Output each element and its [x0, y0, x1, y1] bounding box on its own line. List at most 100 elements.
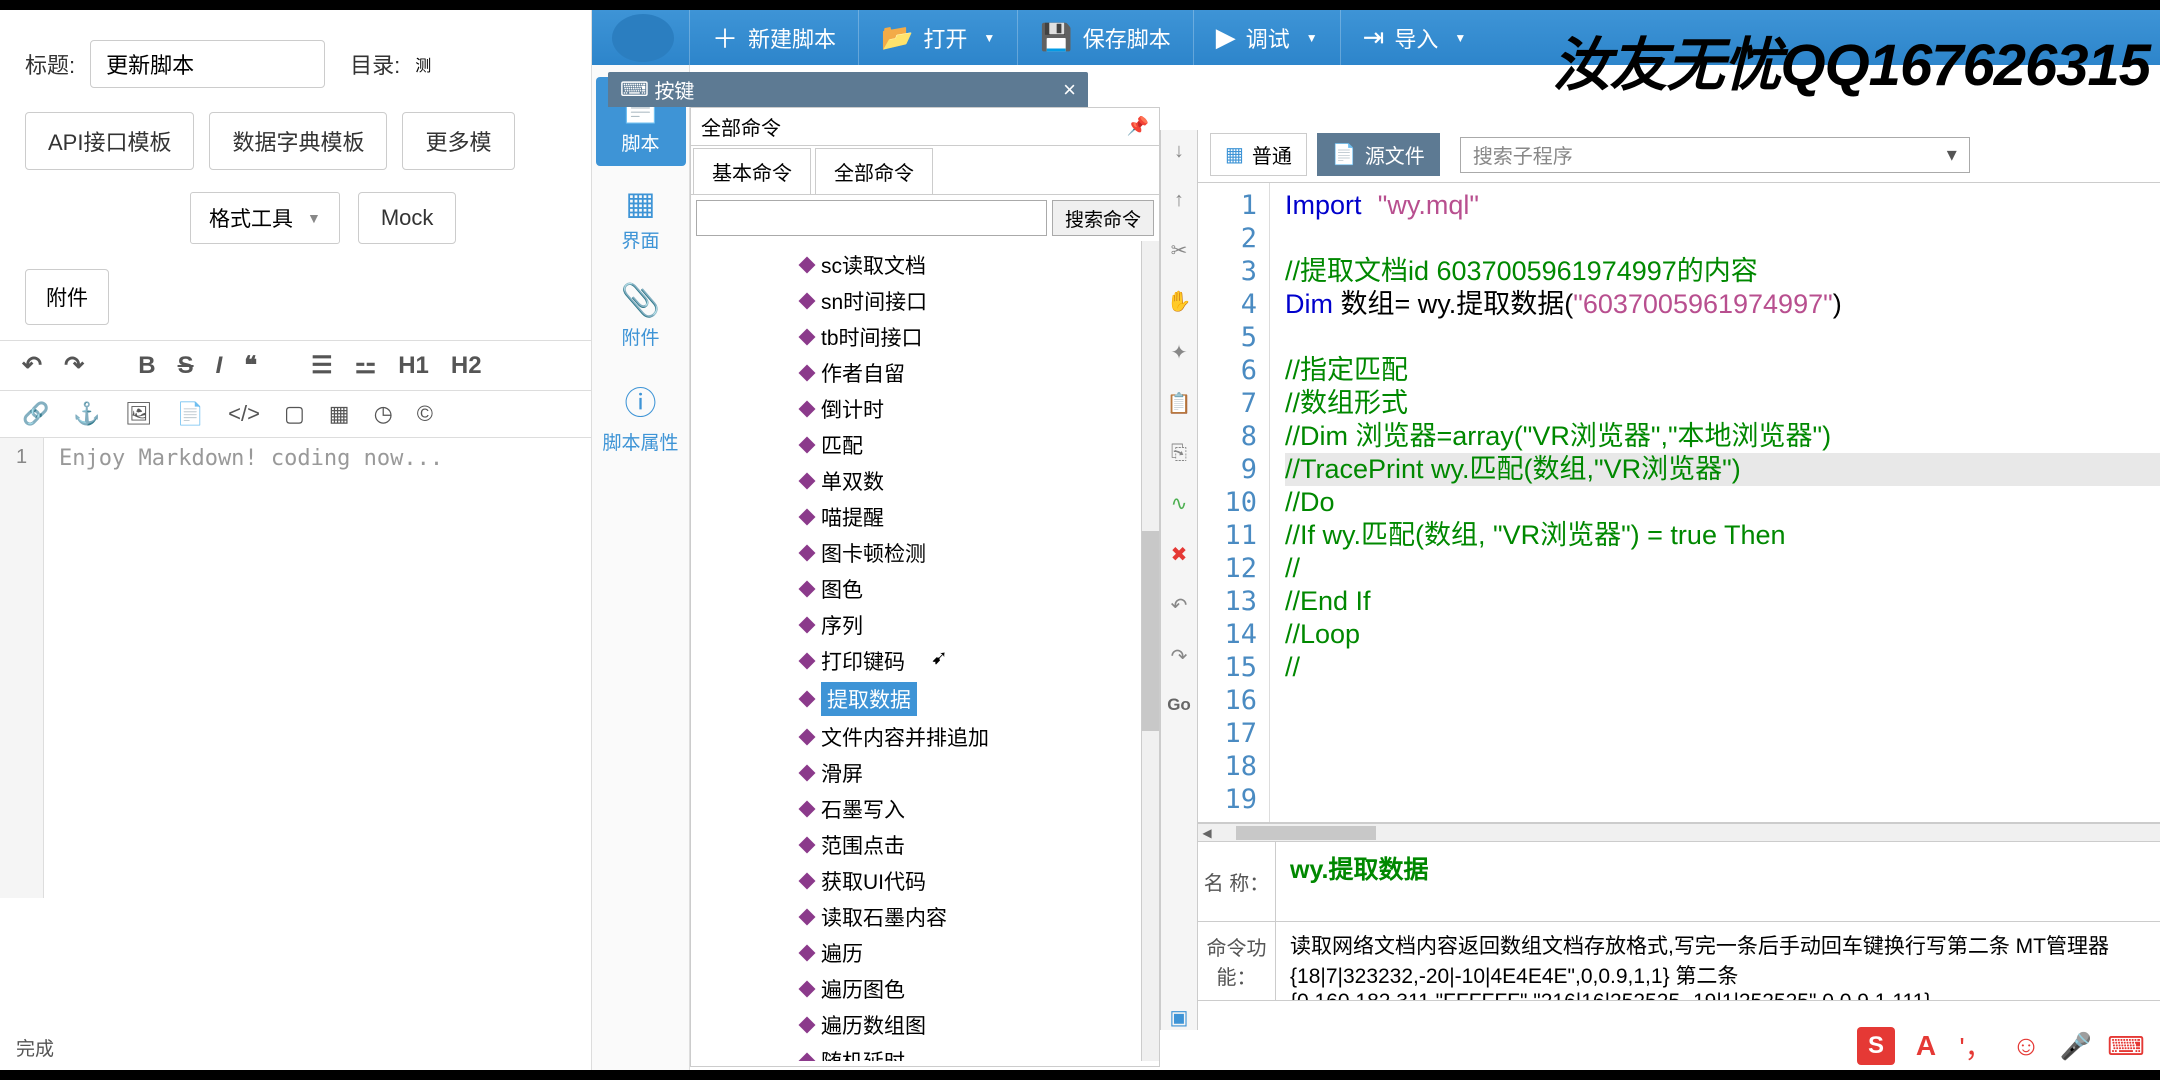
watermark-text: 汝友无忧QQ167626315: [1552, 18, 2150, 102]
undo-icon[interactable]: ↶: [22, 351, 42, 380]
undo2-icon[interactable]: ↶: [1171, 593, 1188, 618]
file-icon[interactable]: 📄: [177, 401, 204, 427]
italic-icon[interactable]: I: [216, 352, 223, 380]
tree-item[interactable]: 图色: [801, 571, 1159, 607]
dict-template-button[interactable]: 数据字典模板: [209, 112, 387, 170]
code-icon[interactable]: </>: [228, 401, 260, 427]
page-icon[interactable]: ▢: [284, 401, 305, 427]
copy-icon[interactable]: ⎘: [1171, 442, 1187, 465]
arrow-down-icon[interactable]: ↓: [1174, 140, 1184, 163]
cmd-search-input[interactable]: [696, 200, 1047, 236]
close-icon[interactable]: ×: [1063, 77, 1076, 103]
image-icon[interactable]: 🖼: [125, 401, 153, 427]
tree-item[interactable]: 获取UI代码: [801, 863, 1159, 899]
pin-icon[interactable]: 📌: [1127, 116, 1149, 137]
h1-button[interactable]: H1: [398, 352, 429, 380]
tree-item[interactable]: 作者自留: [801, 355, 1159, 391]
arrow-up-icon[interactable]: ↑: [1174, 189, 1184, 212]
import-button[interactable]: ⇥导入▼: [1340, 10, 1489, 65]
tree-item[interactable]: 文件内容并排追加: [801, 719, 1159, 755]
h2-button[interactable]: H2: [451, 352, 482, 380]
editor-side-toolbar: ↓ ↑ ✂ ✋ ✦ 📋 ⎘ ∿ ✖ ↶ ↷ Go ▣: [1160, 130, 1198, 1030]
list-icon[interactable]: ☰: [311, 351, 333, 380]
tree-item[interactable]: 滑屏: [801, 755, 1159, 791]
dock-props[interactable]: ⓘ脚本属性: [596, 368, 686, 465]
ime-emoji-icon[interactable]: ☺: [2007, 1027, 2045, 1065]
attachment-button[interactable]: 附件: [25, 269, 109, 325]
open-button[interactable]: 📂打开▼: [858, 10, 1017, 65]
vertical-scrollbar[interactable]: [1141, 241, 1159, 1061]
delete-icon[interactable]: ✖: [1171, 542, 1188, 567]
bookmark-icon[interactable]: ∿: [1171, 491, 1188, 516]
quote-icon[interactable]: ❝: [244, 351, 257, 380]
ime-sogou-icon[interactable]: S: [1857, 1027, 1895, 1065]
paste-icon[interactable]: 📋: [1167, 391, 1192, 416]
diamond-icon: [799, 365, 816, 382]
tree-item[interactable]: sn时间接口: [801, 283, 1159, 319]
clock-icon[interactable]: ◷: [374, 401, 393, 427]
tree-item[interactable]: 石墨写入: [801, 791, 1159, 827]
dock-ui[interactable]: ▦界面: [596, 174, 686, 263]
diamond-icon: [799, 765, 816, 782]
window-icon[interactable]: ▣: [1170, 1005, 1189, 1030]
dialog-titlebar[interactable]: ⌨ 按键 ×: [608, 72, 1088, 107]
strike-icon[interactable]: S: [178, 352, 194, 380]
tree-item[interactable]: tb时间接口: [801, 319, 1159, 355]
tree-item[interactable]: 提取数据: [801, 679, 1159, 719]
bold-icon[interactable]: B: [138, 352, 155, 380]
save-button[interactable]: 💾保存脚本: [1017, 10, 1192, 65]
tree-item[interactable]: 打印键码: [801, 643, 1159, 679]
ime-keyboard-icon[interactable]: ⌨: [2107, 1027, 2145, 1065]
tree-item[interactable]: 遍历: [801, 935, 1159, 971]
mock-button[interactable]: Mock: [358, 192, 457, 244]
tree-item-label: tb时间接口: [821, 322, 923, 352]
cmd-search-button[interactable]: 搜索命令: [1052, 200, 1154, 236]
tab-all-cmd[interactable]: 全部命令: [815, 148, 933, 194]
tab-basic-cmd[interactable]: 基本命令: [693, 148, 811, 194]
debug-button[interactable]: ▶调试▼: [1193, 10, 1340, 65]
tab-normal-view[interactable]: ▦普通: [1210, 133, 1307, 176]
tree-item[interactable]: 喵提醒: [801, 499, 1159, 535]
play-icon: ▶: [1216, 22, 1236, 53]
sub-search-select[interactable]: 搜索子程序▾: [1460, 137, 1970, 173]
ime-mode-icon[interactable]: A: [1907, 1027, 1945, 1065]
wand-icon[interactable]: ✦: [1171, 340, 1188, 365]
tree-item[interactable]: 读取石墨内容: [801, 899, 1159, 935]
tree-item-label: 单双数: [821, 466, 884, 496]
table-icon[interactable]: ▦: [329, 401, 350, 427]
tree-item[interactable]: 倒计时: [801, 391, 1159, 427]
dock-attach[interactable]: 📎附件: [596, 271, 686, 360]
tree-item[interactable]: 图卡顿检测: [801, 535, 1159, 571]
tab-source-view[interactable]: 📄源文件: [1317, 133, 1440, 176]
more-template-button[interactable]: 更多模: [402, 112, 514, 170]
api-template-button[interactable]: API接口模板: [25, 112, 194, 170]
tree-icon[interactable]: ⚍: [355, 351, 377, 380]
tree-item[interactable]: sc读取文档: [801, 247, 1159, 283]
hand-icon[interactable]: ✋: [1167, 289, 1192, 314]
editor-toolbar-2: 🔗 ⚓ 🖼 📄 </> ▢ ▦ ◷ ©: [0, 391, 591, 438]
format-tool-select[interactable]: 格式工具▼: [190, 192, 340, 244]
info-func-label: 命令功 能：: [1198, 922, 1275, 1002]
copyright-icon[interactable]: ©: [417, 401, 433, 427]
diamond-icon: [799, 909, 816, 926]
horizontal-scrollbar[interactable]: ◀: [1198, 823, 2160, 841]
link-icon[interactable]: 🔗: [22, 401, 49, 427]
tree-item[interactable]: 单双数: [801, 463, 1159, 499]
tree-item[interactable]: 遍历图色: [801, 971, 1159, 1007]
ime-punct-icon[interactable]: '，: [1957, 1027, 1995, 1065]
redo-icon[interactable]: ↷: [64, 351, 84, 380]
tree-item[interactable]: 匹配: [801, 427, 1159, 463]
anchor-icon[interactable]: ⚓: [73, 401, 100, 427]
ime-mic-icon[interactable]: 🎤: [2057, 1027, 2095, 1065]
redo2-icon[interactable]: ↷: [1171, 644, 1188, 669]
tree-item[interactable]: 随机延时: [801, 1043, 1159, 1061]
editor-textarea[interactable]: Enjoy Markdown! coding now...: [44, 438, 458, 898]
new-script-button[interactable]: ＋新建脚本: [689, 10, 858, 65]
go-button[interactable]: Go: [1167, 695, 1191, 715]
title-input[interactable]: [90, 40, 325, 88]
tree-item[interactable]: 范围点击: [801, 827, 1159, 863]
tree-item[interactable]: 遍历数组图: [801, 1007, 1159, 1043]
code-content[interactable]: Import "wy.mql" //提取文档id 603700596197499…: [1270, 183, 2160, 822]
tree-item[interactable]: 序列: [801, 607, 1159, 643]
cut-icon[interactable]: ✂: [1171, 238, 1188, 263]
